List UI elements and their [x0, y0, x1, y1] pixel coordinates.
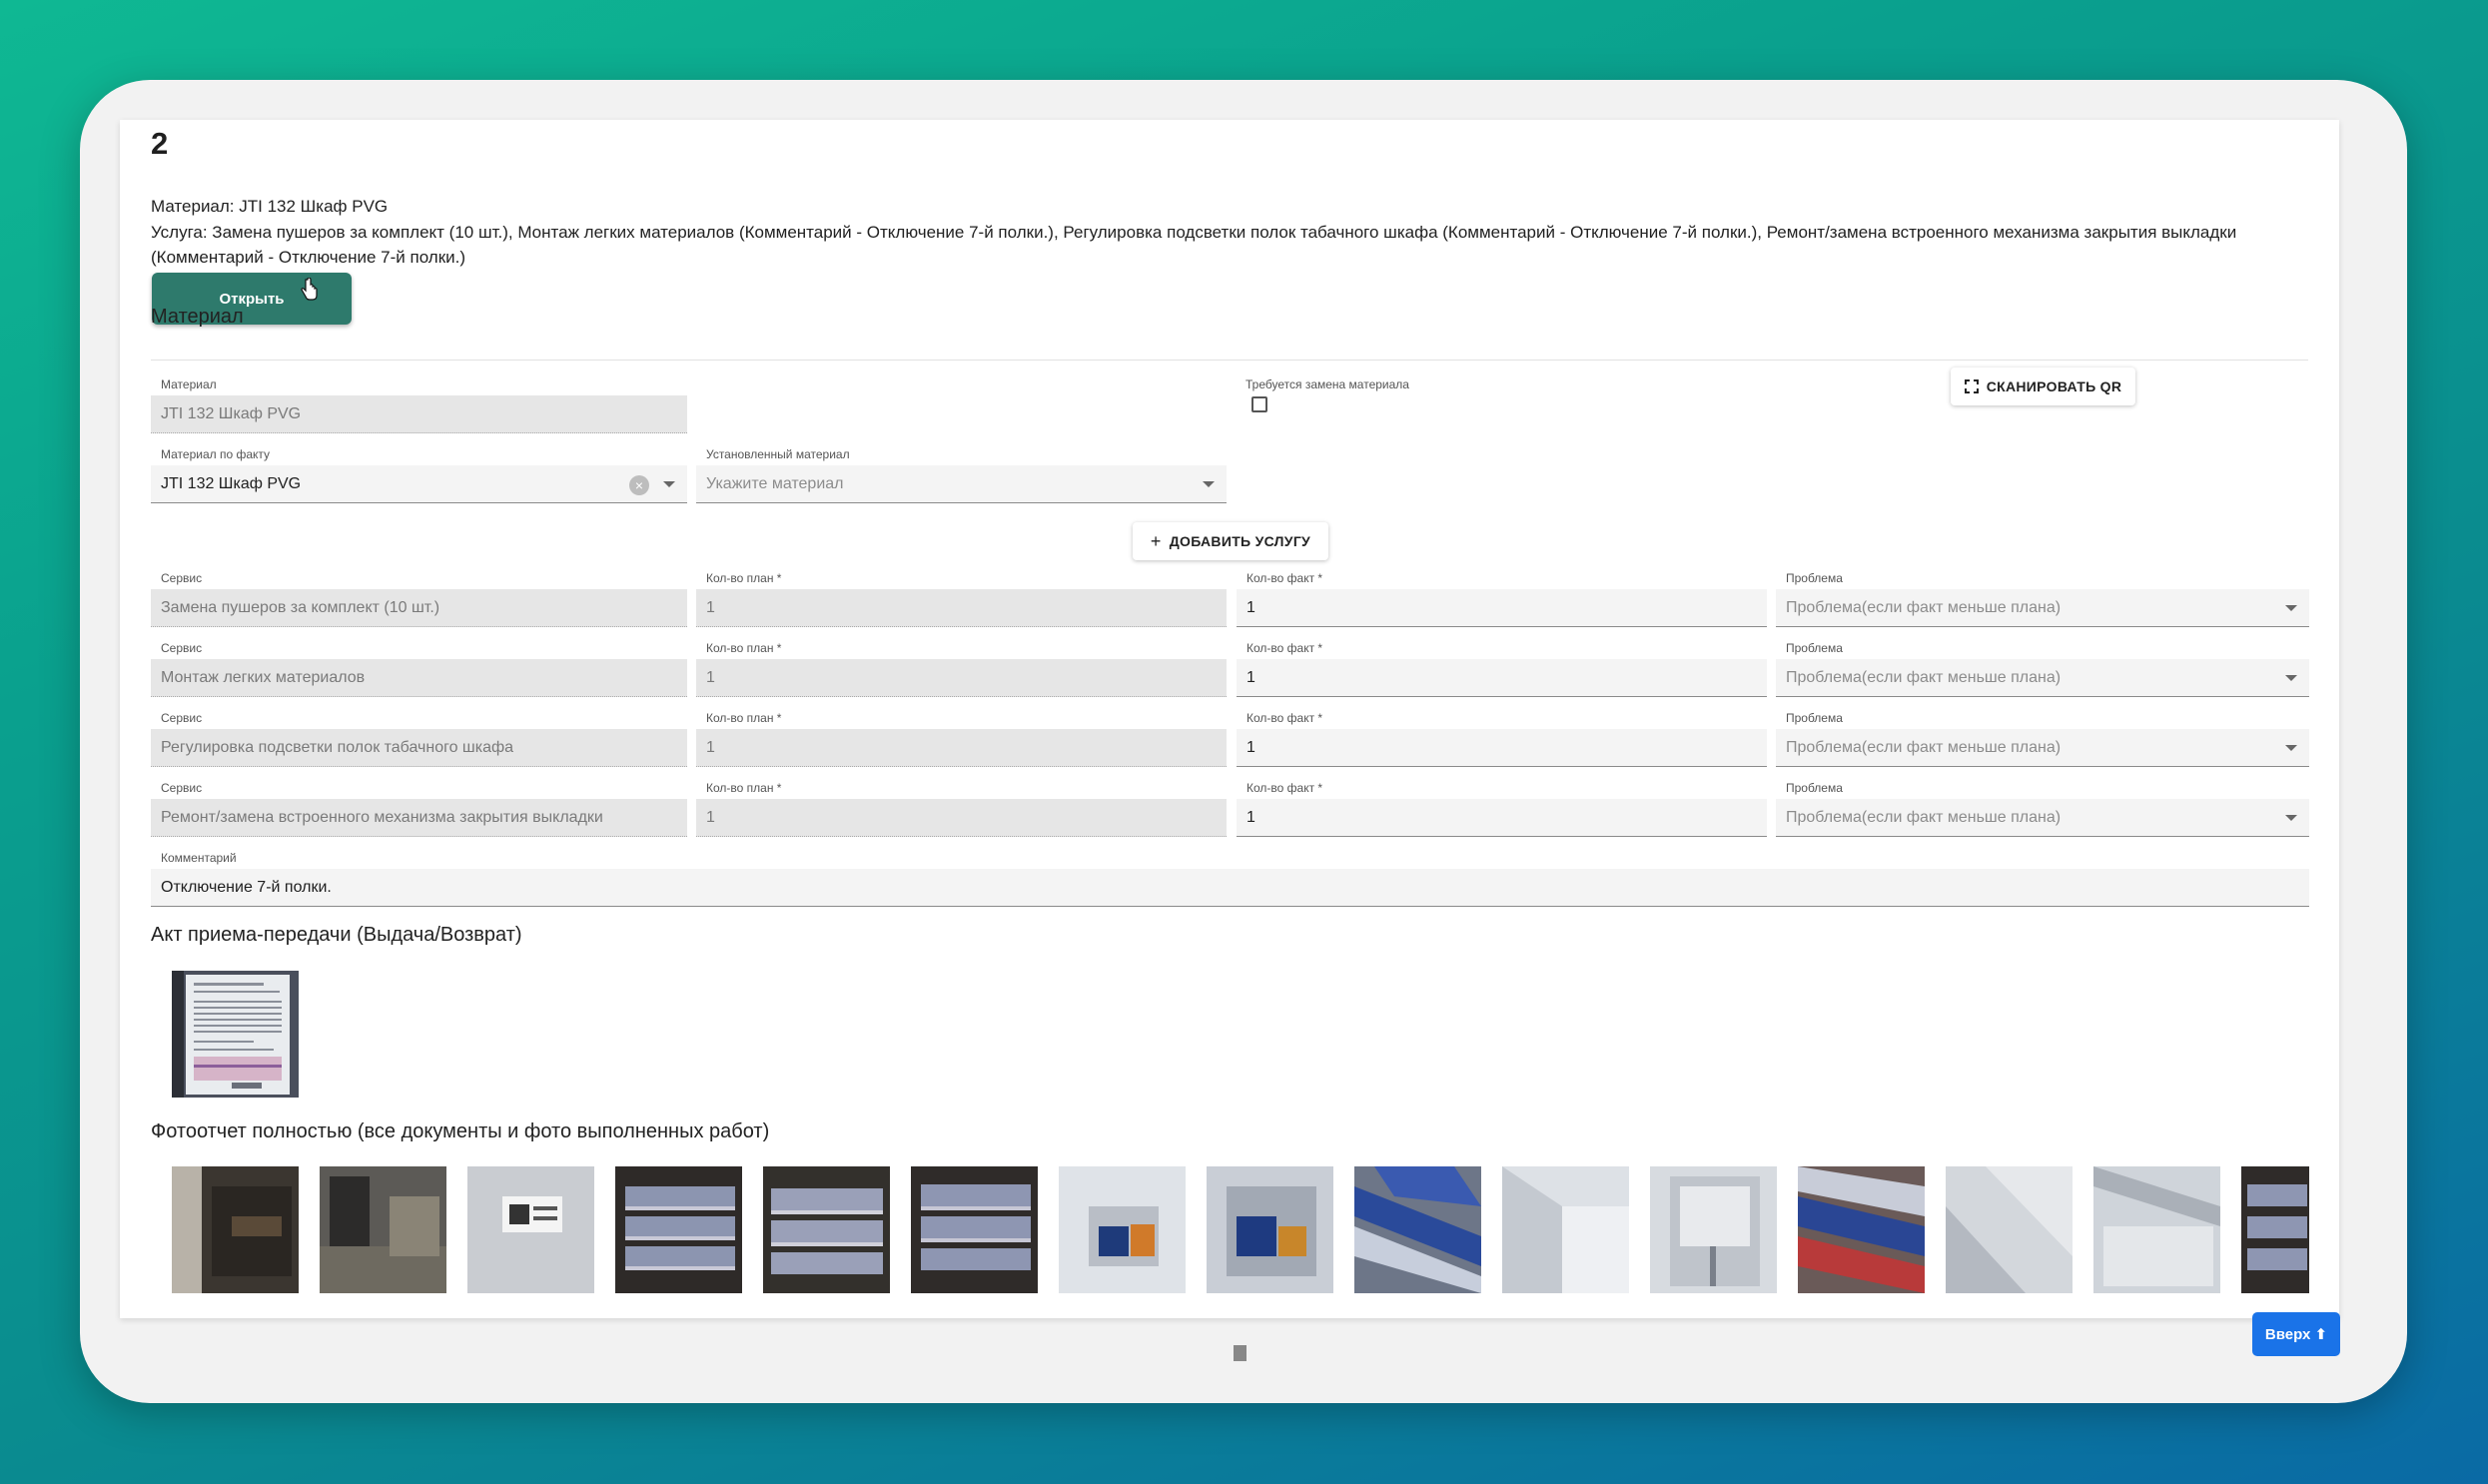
chevron-down-icon[interactable] [2285, 675, 2297, 681]
photo-strip [172, 1166, 2309, 1296]
problem-select[interactable]: Проблема(если факт меньше плана) [1776, 659, 2309, 697]
chevron-down-icon[interactable] [2285, 605, 2297, 611]
replace-required-label: Требуется замена материала [1245, 377, 1409, 391]
problem-placeholder: Проблема(если факт меньше плана) [1786, 808, 2062, 826]
service-label: Сервис [161, 571, 203, 585]
photo-thumbnail[interactable] [1207, 1166, 1333, 1293]
photo-thumbnail[interactable] [615, 1166, 742, 1293]
app-window: 2 Материал: JTI 132 Шкаф PVG Услуга: Зам… [80, 80, 2407, 1403]
photo-thumbnail[interactable] [467, 1166, 594, 1293]
plus-icon: + [1150, 530, 1162, 551]
fact-label: Кол-во факт * [1246, 641, 1323, 655]
plan-qty-field: 1 [696, 799, 1227, 837]
photo-thumbnail[interactable] [911, 1166, 1038, 1293]
photo-thumbnail[interactable] [2241, 1166, 2309, 1293]
material-section-title: Материал [151, 306, 244, 328]
actual-material-value: JTI 132 Шкаф PVG [161, 474, 302, 492]
photo-thumbnail[interactable] [1502, 1166, 1629, 1293]
service-field: Ремонт/замена встроенного механизма закр… [151, 799, 687, 837]
fact-qty-input[interactable]: 1 [1237, 799, 1767, 837]
actual-material-select[interactable]: JTI 132 Шкаф PVG × [151, 465, 687, 503]
record-number: 2 [151, 126, 169, 161]
service-label: Сервис [161, 641, 203, 655]
scrollbar-handle[interactable] [1234, 1345, 1246, 1361]
service-label: Сервис [161, 711, 203, 725]
plan-label: Кол-во план * [706, 781, 782, 795]
qr-scan-icon [1964, 379, 1979, 393]
photo-thumbnail[interactable] [1059, 1166, 1186, 1293]
act-section-title: Акт приема-передачи (Выдача/Возврат) [151, 924, 522, 946]
problem-select[interactable]: Проблема(если факт меньше плана) [1776, 729, 2309, 767]
service-field: Регулировка подсветки полок табачного шк… [151, 729, 687, 767]
material-label: Материал [161, 377, 217, 391]
chevron-down-icon[interactable] [663, 481, 675, 487]
problem-select[interactable]: Проблема(если факт меньше плана) [1776, 589, 2309, 627]
hand-cursor-icon [301, 278, 318, 301]
photo-thumbnail[interactable] [1946, 1166, 2073, 1293]
photo-thumbnail[interactable] [2093, 1166, 2220, 1293]
photo-thumbnail[interactable] [320, 1166, 446, 1293]
scan-qr-button[interactable]: СКАНИРОВАТЬ QR [1951, 368, 2135, 405]
chevron-down-icon[interactable] [1203, 481, 1215, 487]
chevron-down-icon[interactable] [2285, 745, 2297, 751]
problem-label: Проблема [1786, 781, 1843, 795]
service-summary: Услуга: Замена пушеров за комплект (10 ш… [151, 223, 2237, 267]
add-service-label: ДОБАВИТЬ УСЛУГУ [1169, 533, 1311, 549]
fact-qty-input[interactable]: 1 [1237, 589, 1767, 627]
problem-select[interactable]: Проблема(если факт меньше плана) [1776, 799, 2309, 837]
comment-label: Комментарий [161, 851, 237, 865]
record-card: 2 Материал: JTI 132 Шкаф PVG Услуга: Зам… [120, 120, 2339, 1318]
photo-thumbnail[interactable] [172, 1166, 299, 1293]
plan-label: Кол-во план * [706, 641, 782, 655]
plan-qty-field: 1 [696, 659, 1227, 697]
service-field: Замена пушеров за комплект (10 шт.) [151, 589, 687, 627]
plan-qty-field: 1 [696, 589, 1227, 627]
installed-material-placeholder: Укажите материал [706, 474, 844, 492]
photo-thumbnail[interactable] [763, 1166, 890, 1293]
fact-label: Кол-во факт * [1246, 571, 1323, 585]
installed-material-label: Установленный материал [706, 447, 850, 461]
section-divider [151, 360, 2308, 361]
problem-placeholder: Проблема(если факт меньше плана) [1786, 598, 2062, 616]
problem-placeholder: Проблема(если факт меньше плана) [1786, 668, 2062, 686]
problem-placeholder: Проблема(если факт меньше плана) [1786, 738, 2062, 756]
plan-label: Кол-во план * [706, 711, 782, 725]
material-summary: Материал: JTI 132 Шкаф PVG [151, 197, 389, 216]
service-label: Сервис [161, 781, 203, 795]
add-service-button[interactable]: + ДОБАВИТЬ УСЛУГУ [1133, 522, 1328, 560]
fact-label: Кол-во факт * [1246, 711, 1323, 725]
fact-qty-input[interactable]: 1 [1237, 729, 1767, 767]
clear-icon[interactable]: × [629, 475, 649, 495]
photo-thumbnail[interactable] [1354, 1166, 1481, 1293]
plan-qty-field: 1 [696, 729, 1227, 767]
comment-input[interactable]: Отключение 7-й полки. [151, 869, 2309, 907]
fact-qty-input[interactable]: 1 [1237, 659, 1767, 697]
plan-label: Кол-во план * [706, 571, 782, 585]
photo-thumbnail[interactable] [1798, 1166, 1925, 1293]
material-field: JTI 132 Шкаф PVG [151, 395, 687, 433]
photo-thumbnail[interactable] [1650, 1166, 1777, 1293]
problem-label: Проблема [1786, 571, 1843, 585]
installed-material-select[interactable]: Укажите материал [696, 465, 1227, 503]
chevron-down-icon[interactable] [2285, 815, 2297, 821]
replace-required-checkbox[interactable] [1251, 396, 1267, 412]
problem-label: Проблема [1786, 641, 1843, 655]
photo-report-title: Фотоотчет полностью (все документы и фот… [151, 1120, 770, 1142]
service-field: Монтаж легких материалов [151, 659, 687, 697]
fact-label: Кол-во факт * [1246, 781, 1323, 795]
scroll-top-button[interactable]: Вверх ⬆ [2252, 1312, 2340, 1356]
scan-qr-label: СКАНИРОВАТЬ QR [1986, 378, 2122, 394]
actual-material-label: Материал по факту [161, 447, 271, 461]
act-document-thumbnail[interactable] [172, 971, 299, 1098]
problem-label: Проблема [1786, 711, 1843, 725]
